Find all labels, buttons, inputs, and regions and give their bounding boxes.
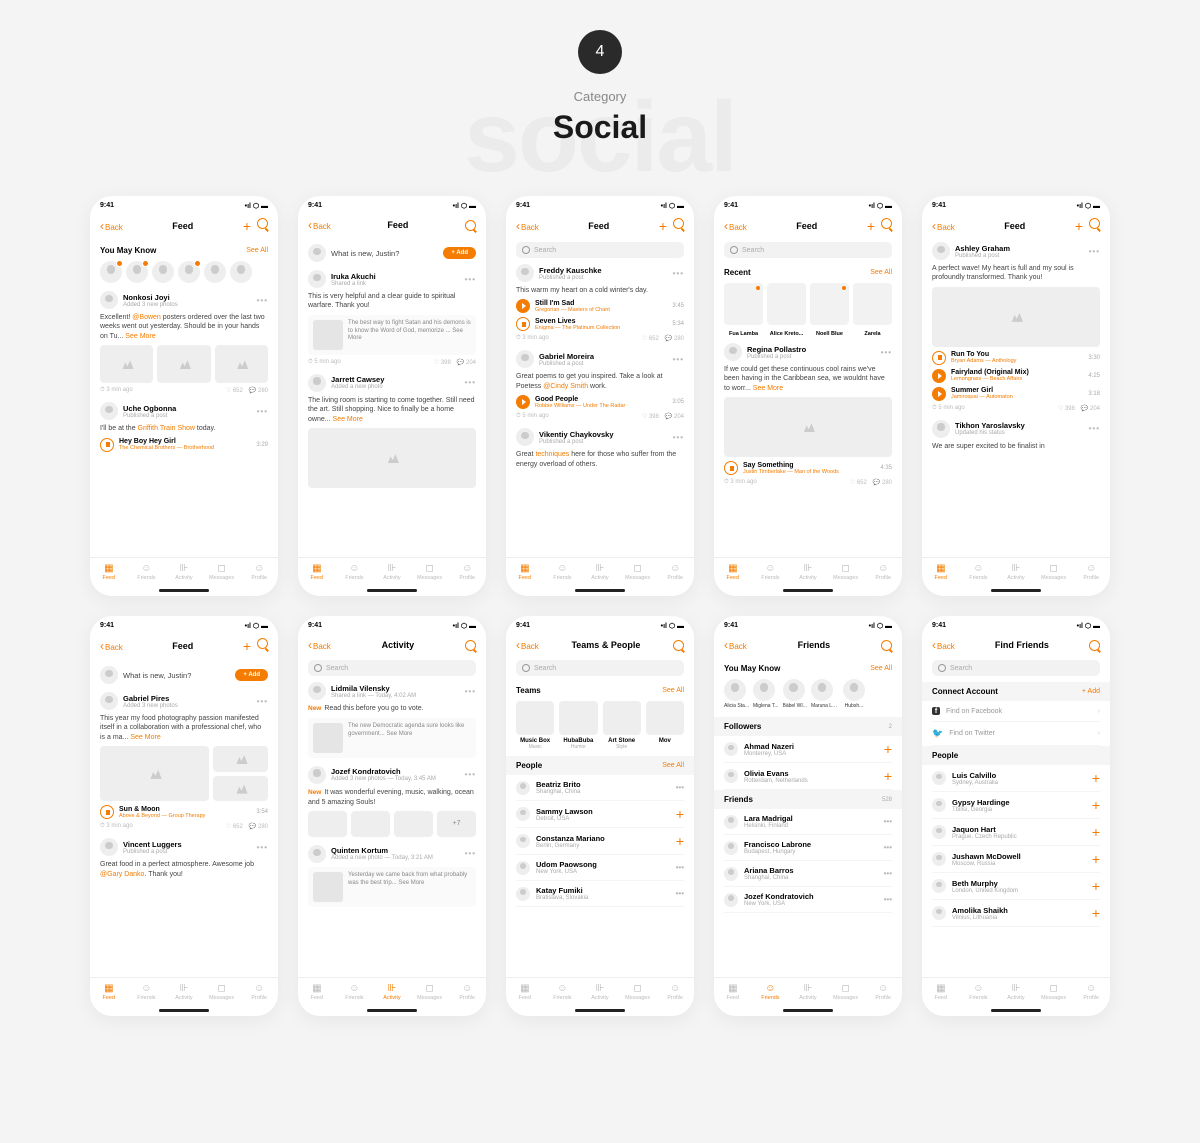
pause-button[interactable]	[100, 438, 114, 452]
see-all-link[interactable]: See All	[246, 247, 268, 254]
screen-find-friends: 9:41•ıl ⬡ ▬ BackFind Friends Search Conn…	[922, 616, 1110, 1016]
avatar	[516, 781, 530, 795]
tab-feed[interactable]: ▦Feed	[90, 562, 128, 581]
screen-feed-1: 9:41•ıl ⬡ ▬ Back Feed + You May Know See Al…	[90, 196, 278, 596]
screen-feed-3: 9:41•ıl ⬡ ▬ BackFeed+ Search Freddy Kaus…	[506, 196, 694, 596]
nav-title: Feed	[172, 221, 193, 231]
more-icon[interactable]: •••	[884, 817, 892, 826]
more-icon[interactable]: •••	[676, 863, 684, 872]
search-icon[interactable]	[465, 220, 476, 231]
avatar	[516, 807, 530, 821]
person-row[interactable]: Jushawn McDowellMoscow, Russia+	[932, 846, 1100, 873]
link-preview[interactable]: The best way to fight Satan and his demo…	[308, 315, 476, 355]
screen-feed-2: 9:41•ıl ⬡ ▬ BackFeed What is new, Justin…	[298, 196, 486, 596]
recent-grid[interactable]	[724, 283, 892, 325]
person-row[interactable]: Luis CalvilloSydney, Australia+	[932, 765, 1100, 792]
person-row[interactable]: Beth MurphyLondon, United Kingdom+	[932, 873, 1100, 900]
screen-feed-4: 9:41•ıl ⬡ ▬ BackFeed+ Search RecentSee A…	[714, 196, 902, 596]
avatar[interactable]	[100, 291, 118, 309]
more-icon[interactable]: •••	[676, 889, 684, 898]
status-bar: 9:41•ıl ⬡ ▬	[90, 196, 278, 214]
phone-grid: 9:41•ıl ⬡ ▬ Back Feed + You May Know See Al…	[70, 196, 1130, 1016]
compose-input[interactable]: What is new, Justin?	[331, 249, 438, 258]
avatar	[724, 815, 738, 829]
person-row[interactable]: Gypsy HardingeTbilisi, Georgia+	[932, 792, 1100, 819]
screen-friends: 9:41•ıl ⬡ ▬ BackFriends You May KnowSee …	[714, 616, 902, 1016]
avatar	[516, 887, 530, 901]
page-title: Social	[0, 109, 1200, 146]
avatar	[724, 893, 738, 907]
avatar	[932, 825, 946, 839]
person-row[interactable]: Ariana BarrosShanghai, China•••	[724, 861, 892, 887]
category-number-badge: 4	[578, 30, 622, 74]
more-icon[interactable]: •••	[884, 895, 892, 904]
person-row[interactable]: Jozef KondratovichNew York, USA•••	[724, 887, 892, 913]
add-friend-icon[interactable]: +	[1092, 878, 1100, 894]
avatar	[724, 742, 738, 756]
avatar	[516, 861, 530, 875]
page-header: social 4 Category Social	[0, 30, 1200, 146]
twitter-icon: 🐦	[932, 728, 943, 739]
tab-bar: ▦Feed☺Friends⊪Activity◻Messages☺Profile	[90, 557, 278, 587]
add-friend-icon[interactable]: +	[1092, 905, 1100, 921]
tab-friends[interactable]: ☺Friends	[128, 562, 166, 581]
person-row[interactable]: Udom PaowsongNew York, USA•••	[516, 855, 684, 881]
new-badge: New	[308, 705, 321, 712]
teams-row: Music BoxMusic HubaBubaHumor Art StoneSt…	[516, 701, 684, 750]
person-row[interactable]: Francisco LabroneBudapest, Hungary•••	[724, 835, 892, 861]
more-icon[interactable]: •••	[884, 843, 892, 852]
section-title: You May Know	[100, 246, 156, 255]
image-placeholder[interactable]	[100, 345, 153, 383]
person-row[interactable]: Amolika ShaikhVilnius, Lithuania+	[932, 900, 1100, 927]
add-friend-icon[interactable]: +	[884, 741, 892, 757]
screen-feed-6: 9:41•ıl ⬡ ▬ BackFeed+ What is new, Justi…	[90, 616, 278, 1016]
connect-twitter[interactable]: 🐦Find on Twitter›	[932, 722, 1100, 746]
suggested-avatars[interactable]	[100, 261, 268, 283]
add-friend-icon[interactable]: +	[1092, 770, 1100, 786]
screen-feed-5: 9:41•ıl ⬡ ▬ BackFeed+ Ashley GrahamPubli…	[922, 196, 1110, 596]
add-icon[interactable]: +	[243, 218, 251, 234]
avatar	[932, 798, 946, 812]
avatar	[932, 906, 946, 920]
home-indicator	[159, 589, 209, 592]
add-friend-icon[interactable]: +	[884, 768, 892, 784]
screen-teams-people: 9:41•ıl ⬡ ▬ BackTeams & People Search Te…	[506, 616, 694, 1016]
person-row[interactable]: Constanza MarianoBerlin, Germany+	[516, 828, 684, 855]
avatar	[516, 834, 530, 848]
avatar	[724, 841, 738, 855]
screen-activity: 9:41•ıl ⬡ ▬ BackActivity Search Lidmila …	[298, 616, 486, 1016]
search-input[interactable]: Search	[516, 242, 684, 258]
more-icon[interactable]: •••	[884, 869, 892, 878]
back-button[interactable]: Back	[100, 219, 123, 233]
team-card[interactable]: Music BoxMusic	[516, 701, 554, 750]
person-row[interactable]: Ahmad NazeriMonterrey, USA+	[724, 736, 892, 763]
add-friend-icon[interactable]: +	[676, 806, 684, 822]
add-friend-icon[interactable]: +	[1092, 851, 1100, 867]
connect-facebook[interactable]: fFind on Facebook›	[932, 701, 1100, 722]
chevron-right-icon: ›	[1098, 708, 1100, 715]
person-row[interactable]: Jaquon HartPrague, Czech Republic+	[932, 819, 1100, 846]
play-button[interactable]	[516, 299, 530, 313]
add-friend-icon[interactable]: +	[676, 833, 684, 849]
avatar	[932, 771, 946, 785]
more-icon[interactable]: •••	[676, 783, 684, 792]
more-icon[interactable]: •••	[257, 296, 268, 305]
tab-profile[interactable]: ☺Profile	[240, 562, 278, 581]
add-friend-icon[interactable]: +	[1092, 824, 1100, 840]
person-row[interactable]: Katay FumikiBratislava, Slovakia•••	[516, 881, 684, 907]
avatar	[932, 879, 946, 893]
person-row[interactable]: Beatriz BritoShanghai, China•••	[516, 775, 684, 801]
avatar	[724, 769, 738, 783]
facebook-icon: f	[932, 707, 940, 715]
person-row[interactable]: Lara MadrigalHelsinki, Finland•••	[724, 809, 892, 835]
search-icon[interactable]	[257, 218, 268, 229]
person-row[interactable]: Olivia EvansRotterdam, Netherlands+	[724, 763, 892, 790]
tab-messages[interactable]: ◻Messages	[203, 562, 241, 581]
avatar	[724, 867, 738, 881]
avatar	[932, 852, 946, 866]
tab-activity[interactable]: ⊪Activity	[165, 562, 203, 581]
person-row[interactable]: Sammy LawsonDetroit, USA+	[516, 801, 684, 828]
add-button[interactable]: + Add	[443, 247, 476, 259]
add-friend-icon[interactable]: +	[1092, 797, 1100, 813]
